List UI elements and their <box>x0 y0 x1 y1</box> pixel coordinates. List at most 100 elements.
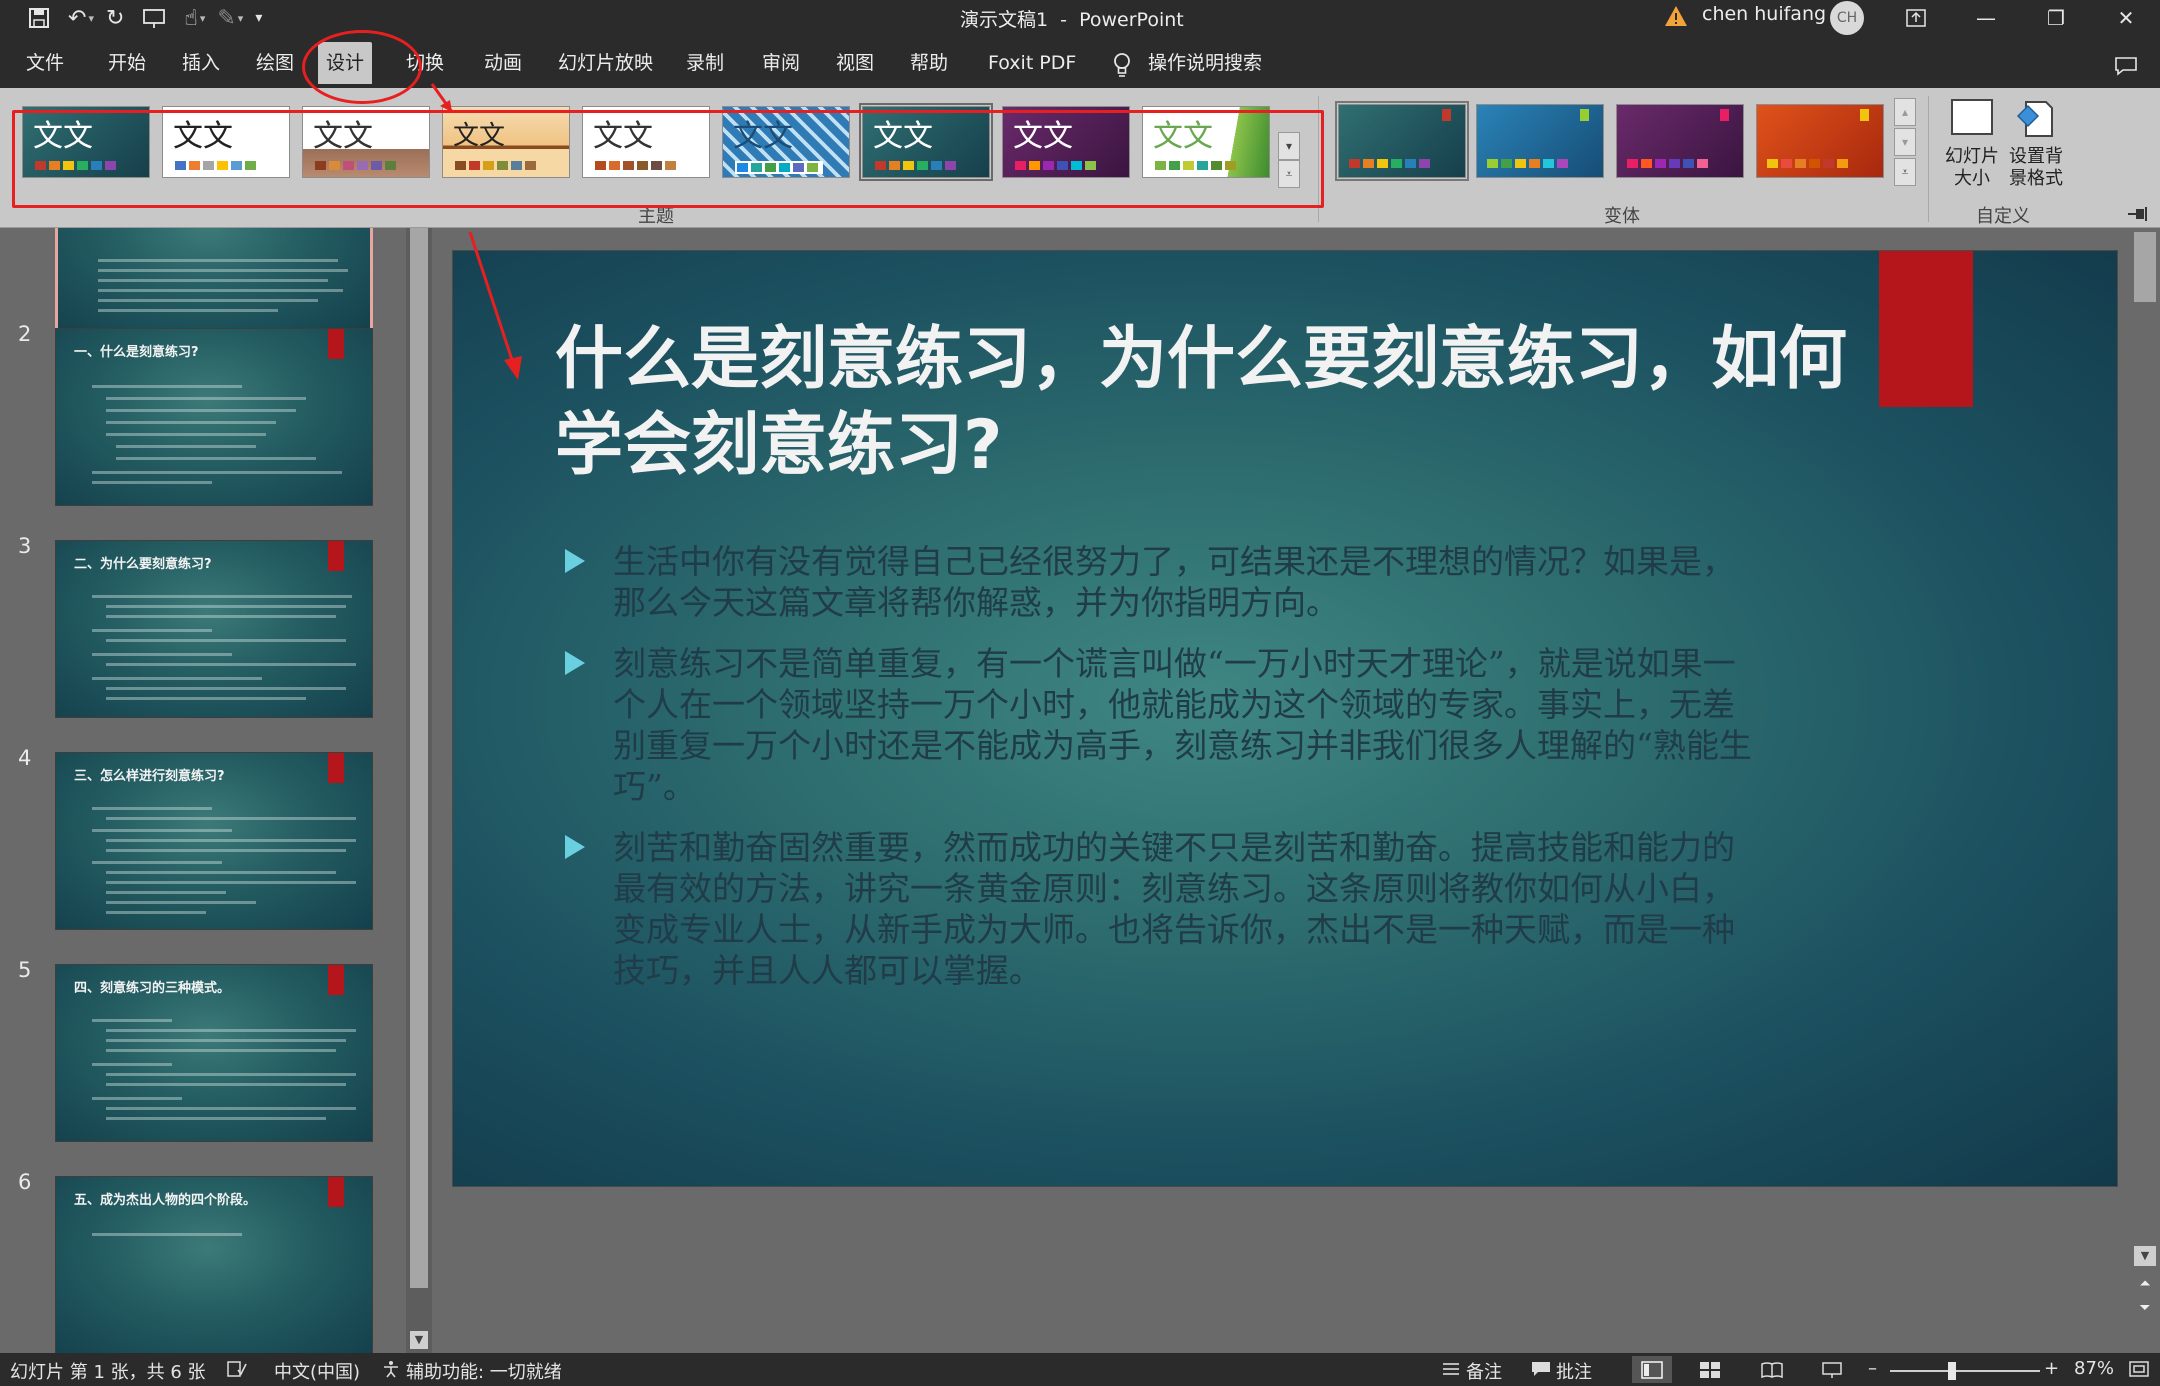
scrollbar-thumb[interactable] <box>410 228 428 1288</box>
slide-thumbnail-2[interactable]: 一、什么是刻意练习? <box>55 328 373 506</box>
previous-slide-icon[interactable]: ⏶ <box>2134 1274 2156 1294</box>
variant-thumbnail-2[interactable] <box>1476 104 1604 178</box>
group-separator <box>1928 96 1929 222</box>
variant-thumbnail-4[interactable] <box>1756 104 1884 178</box>
thumbnails-scrollbar[interactable]: ▼ <box>406 228 432 1353</box>
zoom-level[interactable]: 87% <box>2074 1358 2114 1379</box>
theme-thumbnail-4[interactable]: 文文 <box>442 106 570 178</box>
group-separator <box>1318 96 1319 222</box>
thumbnail-title: 四、刻意练习的三种模式。 <box>74 981 231 996</box>
variants-scroll-up-icon[interactable]: ▴ <box>1894 98 1916 126</box>
variants-scroll-down-icon[interactable]: ▾ <box>1894 128 1916 156</box>
comments-icon[interactable] <box>2114 56 2138 76</box>
slide-red-accent <box>1879 251 1973 407</box>
undo-icon[interactable]: ↶ <box>68 4 86 32</box>
comments-status-icon[interactable] <box>1530 1360 1552 1378</box>
ribbon-display-options-icon[interactable] <box>1886 0 1946 36</box>
tab-transitions[interactable]: 切换 <box>398 42 452 84</box>
slide-thumbnail-4[interactable]: 三、怎么样进行刻意练习? <box>55 752 373 930</box>
themes-scroll-down-icon[interactable]: ▾ <box>1278 132 1300 160</box>
slideshow-view-button[interactable] <box>1812 1356 1852 1383</box>
reading-view-button[interactable] <box>1752 1356 1792 1383</box>
theme-thumbnail-8[interactable]: 文文 <box>1002 106 1130 178</box>
tab-draw[interactable]: 绘图 <box>248 42 302 84</box>
slide-thumbnail-3[interactable]: 二、为什么要刻意练习? <box>55 540 373 718</box>
redo-icon[interactable]: ↻ <box>106 4 124 32</box>
pen-dropdown-icon[interactable]: ▾ <box>238 12 244 25</box>
zoom-slider[interactable] <box>1890 1370 2040 1372</box>
spelling-check-icon[interactable] <box>226 1360 248 1378</box>
slide-thumbnail-6[interactable]: 五、成为杰出人物的四个阶段。 <box>55 1176 373 1353</box>
slide-bullet[interactable]: 生活中你有没有觉得自己已经很努力了，可结果还是不理想的情况？如果是，那么今天这篇… <box>565 541 1753 623</box>
tab-review[interactable]: 审阅 <box>754 42 808 84</box>
scroll-down-arrow-icon[interactable]: ▼ <box>2134 1246 2156 1266</box>
tab-design[interactable]: 设计 <box>318 42 373 84</box>
notes-icon[interactable] <box>1440 1360 1462 1378</box>
touch-mode-dropdown-icon[interactable]: ▾ <box>200 12 206 25</box>
format-background-button[interactable]: 设置背 景格式 <box>2004 96 2068 196</box>
themes-more-icon[interactable]: ⩡ <box>1278 160 1300 188</box>
theme-thumbnail-9[interactable]: 文文 <box>1142 106 1270 178</box>
tab-home[interactable]: 开始 <box>100 42 154 84</box>
scrollbar-thumb[interactable] <box>2134 232 2156 302</box>
accessibility-icon[interactable] <box>380 1360 402 1378</box>
slideshow-view-icon <box>1822 1361 1842 1378</box>
tell-me-search[interactable]: 操作说明搜索 <box>1140 42 1270 84</box>
close-icon[interactable]: ✕ <box>2096 0 2156 36</box>
tab-record[interactable]: 录制 <box>678 42 732 84</box>
theme-thumbnail-3[interactable]: 文文 <box>302 106 430 178</box>
lightbulb-icon[interactable] <box>1112 52 1132 78</box>
theme-thumbnail-6[interactable]: 文文 <box>722 106 850 178</box>
theme-thumbnail-1[interactable]: 文文 <box>22 106 150 178</box>
tab-animations[interactable]: 动画 <box>476 42 530 84</box>
theme-thumbnail-2[interactable]: 文文 <box>162 106 290 178</box>
slide-sorter-button[interactable] <box>1690 1356 1730 1383</box>
current-slide[interactable]: 什么是刻意练习，为什么要刻意练习，如何学会刻意练习? 生活中你有没有觉得自己已经… <box>452 250 2118 1187</box>
slide-number: 4 <box>18 746 32 770</box>
variant-thumbnail-3[interactable] <box>1616 104 1744 178</box>
slide-scrollbar[interactable]: ▼ ⏶ ⏷ <box>2130 228 2160 1353</box>
variant-thumbnail-1[interactable] <box>1335 101 1469 181</box>
zoom-in-icon[interactable]: + <box>2044 1358 2059 1379</box>
slide-title[interactable]: 什么是刻意练习，为什么要刻意练习，如何学会刻意练习? <box>555 317 1855 489</box>
zoom-slider-handle[interactable] <box>1948 1362 1956 1380</box>
accessibility-status[interactable]: 辅助功能: 一切就绪 <box>406 1358 562 1384</box>
tab-foxit-pdf[interactable]: Foxit PDF <box>980 42 1084 84</box>
normal-view-button[interactable] <box>1632 1356 1672 1383</box>
tab-slideshow[interactable]: 幻灯片放映 <box>550 42 661 84</box>
customize-qat-icon[interactable]: ▾ <box>255 4 262 32</box>
avatar[interactable]: CH <box>1830 1 1864 35</box>
ribbon-tabs: 文件 开始 插入 绘图 设计 切换 动画 幻灯片放映 录制 审阅 视图 帮助 F… <box>0 36 2160 88</box>
touch-mode-icon[interactable]: ☝ <box>184 4 197 32</box>
tab-view[interactable]: 视图 <box>828 42 882 84</box>
theme-thumbnail-5[interactable]: 文文 <box>582 106 710 178</box>
minimize-icon[interactable]: — <box>1956 0 2016 36</box>
undo-dropdown-icon[interactable]: ▾ <box>88 12 94 25</box>
comments-button[interactable]: 批注 <box>1556 1358 1592 1384</box>
zoom-out-icon[interactable]: – <box>1868 1358 1877 1379</box>
slide-size-button[interactable]: 幻灯片 大小 <box>1940 96 2004 196</box>
user-name[interactable]: chen huifang <box>1702 3 1826 25</box>
fit-to-window-icon[interactable] <box>2128 1360 2150 1378</box>
present-from-start-icon[interactable] <box>142 4 166 32</box>
thumbnail-title: 二、为什么要刻意练习? <box>74 557 212 572</box>
tab-insert[interactable]: 插入 <box>174 42 228 84</box>
slide-count-status[interactable]: 幻灯片 第 1 张，共 6 张 <box>10 1358 206 1384</box>
warning-icon[interactable] <box>1664 4 1688 28</box>
pin-ribbon-icon[interactable] <box>2126 206 2148 222</box>
draw-pen-icon[interactable]: ✎ <box>217 4 235 32</box>
slide-bullet[interactable]: 刻意练习不是简单重复，有一个谎言叫做“一万小时天才理论”，就是说如果一个人在一个… <box>565 643 1753 807</box>
variants-more-icon[interactable]: ⩡ <box>1894 158 1916 186</box>
save-icon[interactable] <box>28 4 50 32</box>
slide-thumbnail-5[interactable]: 四、刻意练习的三种模式。 <box>55 964 373 1142</box>
language-status[interactable]: 中文(中国) <box>274 1358 360 1384</box>
restore-icon[interactable]: ❐ <box>2026 0 2086 36</box>
theme-thumbnail-7[interactable]: 文文 <box>859 103 993 181</box>
next-slide-icon[interactable]: ⏷ <box>2134 1298 2156 1318</box>
notes-button[interactable]: 备注 <box>1466 1358 1502 1384</box>
slide-thumbnail-1[interactable] <box>55 228 373 334</box>
tab-file[interactable]: 文件 <box>18 42 72 84</box>
tab-help[interactable]: 帮助 <box>902 42 956 84</box>
scroll-down-arrow-icon[interactable]: ▼ <box>410 1331 428 1349</box>
slide-bullet[interactable]: 刻苦和勤奋固然重要，然而成功的关键不只是刻苦和勤奋。提高技能和能力的最有效的方法… <box>565 827 1753 991</box>
